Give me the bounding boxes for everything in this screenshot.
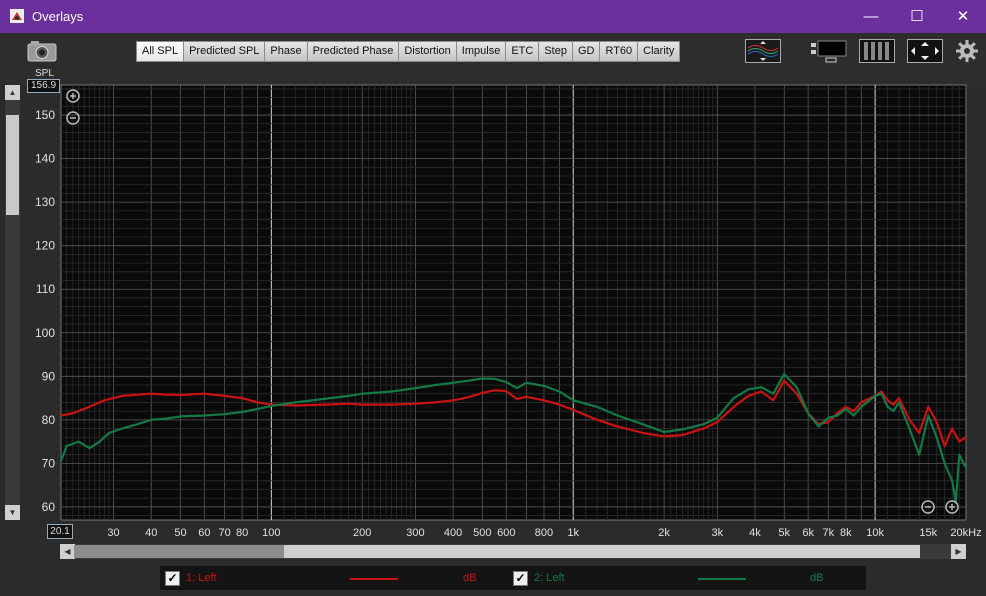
legend-2-unit: dB — [810, 572, 824, 584]
spl-chart: 60 70 80 90 100 110 120 130 140 150 30 40 50 60 70 80 10… — [35, 84, 982, 539]
zoom-out-y-icon[interactable] — [66, 111, 80, 125]
y-tick-label: 90 — [42, 369, 56, 383]
y-tick-label: 60 — [42, 500, 56, 514]
zoom-in-x-icon[interactable] — [945, 500, 959, 514]
horizontal-scroll-track[interactable] — [74, 545, 284, 558]
x-tick-label: 40 — [145, 527, 157, 539]
legend-2-line — [698, 578, 746, 580]
x-tick-label: 60 — [198, 527, 210, 539]
x-tick-label: 200 — [353, 527, 371, 539]
y-tick-label: 140 — [35, 152, 55, 166]
horizontal-scroll-thumb[interactable] — [284, 545, 920, 558]
x-tick-label: 20kHz — [950, 527, 981, 539]
x-tick-label: 6k — [802, 527, 814, 539]
zoom-out-x-icon[interactable] — [921, 500, 935, 514]
legend-1-label: 1: Left — [186, 572, 217, 584]
y-tick-label: 100 — [35, 326, 55, 340]
x-tick-label: 100 — [262, 527, 280, 539]
y-tick-label: 120 — [35, 239, 55, 253]
x-tick-label: 4k — [749, 527, 761, 539]
x-tick-label: 80 — [236, 527, 248, 539]
x-tick-label: 30 — [107, 527, 119, 539]
horizontal-scrollbar[interactable]: ◀ ▶ — [60, 544, 966, 559]
scroll-right-arrow-icon[interactable]: ▶ — [951, 544, 966, 559]
zoom-in-y-icon[interactable] — [66, 89, 80, 103]
x-tick-label: 2k — [658, 527, 670, 539]
x-tick-label: 500 — [473, 527, 491, 539]
legend-2-checkbox[interactable]: ✓ — [513, 570, 528, 586]
legend-2-label: 2: Left — [534, 572, 565, 584]
y-tick-label: 80 — [42, 413, 56, 427]
x-tick-label: 300 — [406, 527, 424, 539]
x-tick-label: 10k — [866, 527, 884, 539]
x-tick-label: 800 — [535, 527, 553, 539]
x-tick-label: 7k — [823, 527, 835, 539]
x-tick-label: 8k — [840, 527, 852, 539]
y-tick-label: 130 — [35, 195, 55, 209]
legend-1-checkbox[interactable]: ✓ — [165, 570, 180, 586]
scroll-left-arrow-icon[interactable]: ◀ — [60, 544, 75, 559]
x-tick-label: 400 — [444, 527, 462, 539]
y-tick-label: 70 — [42, 456, 56, 470]
x-tick-label: 15k — [919, 527, 937, 539]
legend-1-unit: dB — [463, 572, 477, 584]
x-tick-label: 5k — [778, 527, 790, 539]
legend: ✓ 1: Left dB ✓ 2: Left dB — [160, 566, 866, 590]
y-tick-label: 110 — [36, 282, 55, 296]
legend-entry-2[interactable]: ✓ 2: Left — [513, 570, 565, 586]
x-tick-label: 600 — [497, 527, 515, 539]
x-tick-label: 50 — [174, 527, 186, 539]
y-tick-label: 150 — [35, 108, 55, 122]
x-tick-label: 1k — [567, 527, 579, 539]
legend-1-line — [350, 578, 398, 580]
x-tick-label: 70 — [218, 527, 230, 539]
x-tick-label: 3k — [711, 527, 723, 539]
legend-entry-1[interactable]: ✓ 1: Left — [165, 570, 217, 586]
